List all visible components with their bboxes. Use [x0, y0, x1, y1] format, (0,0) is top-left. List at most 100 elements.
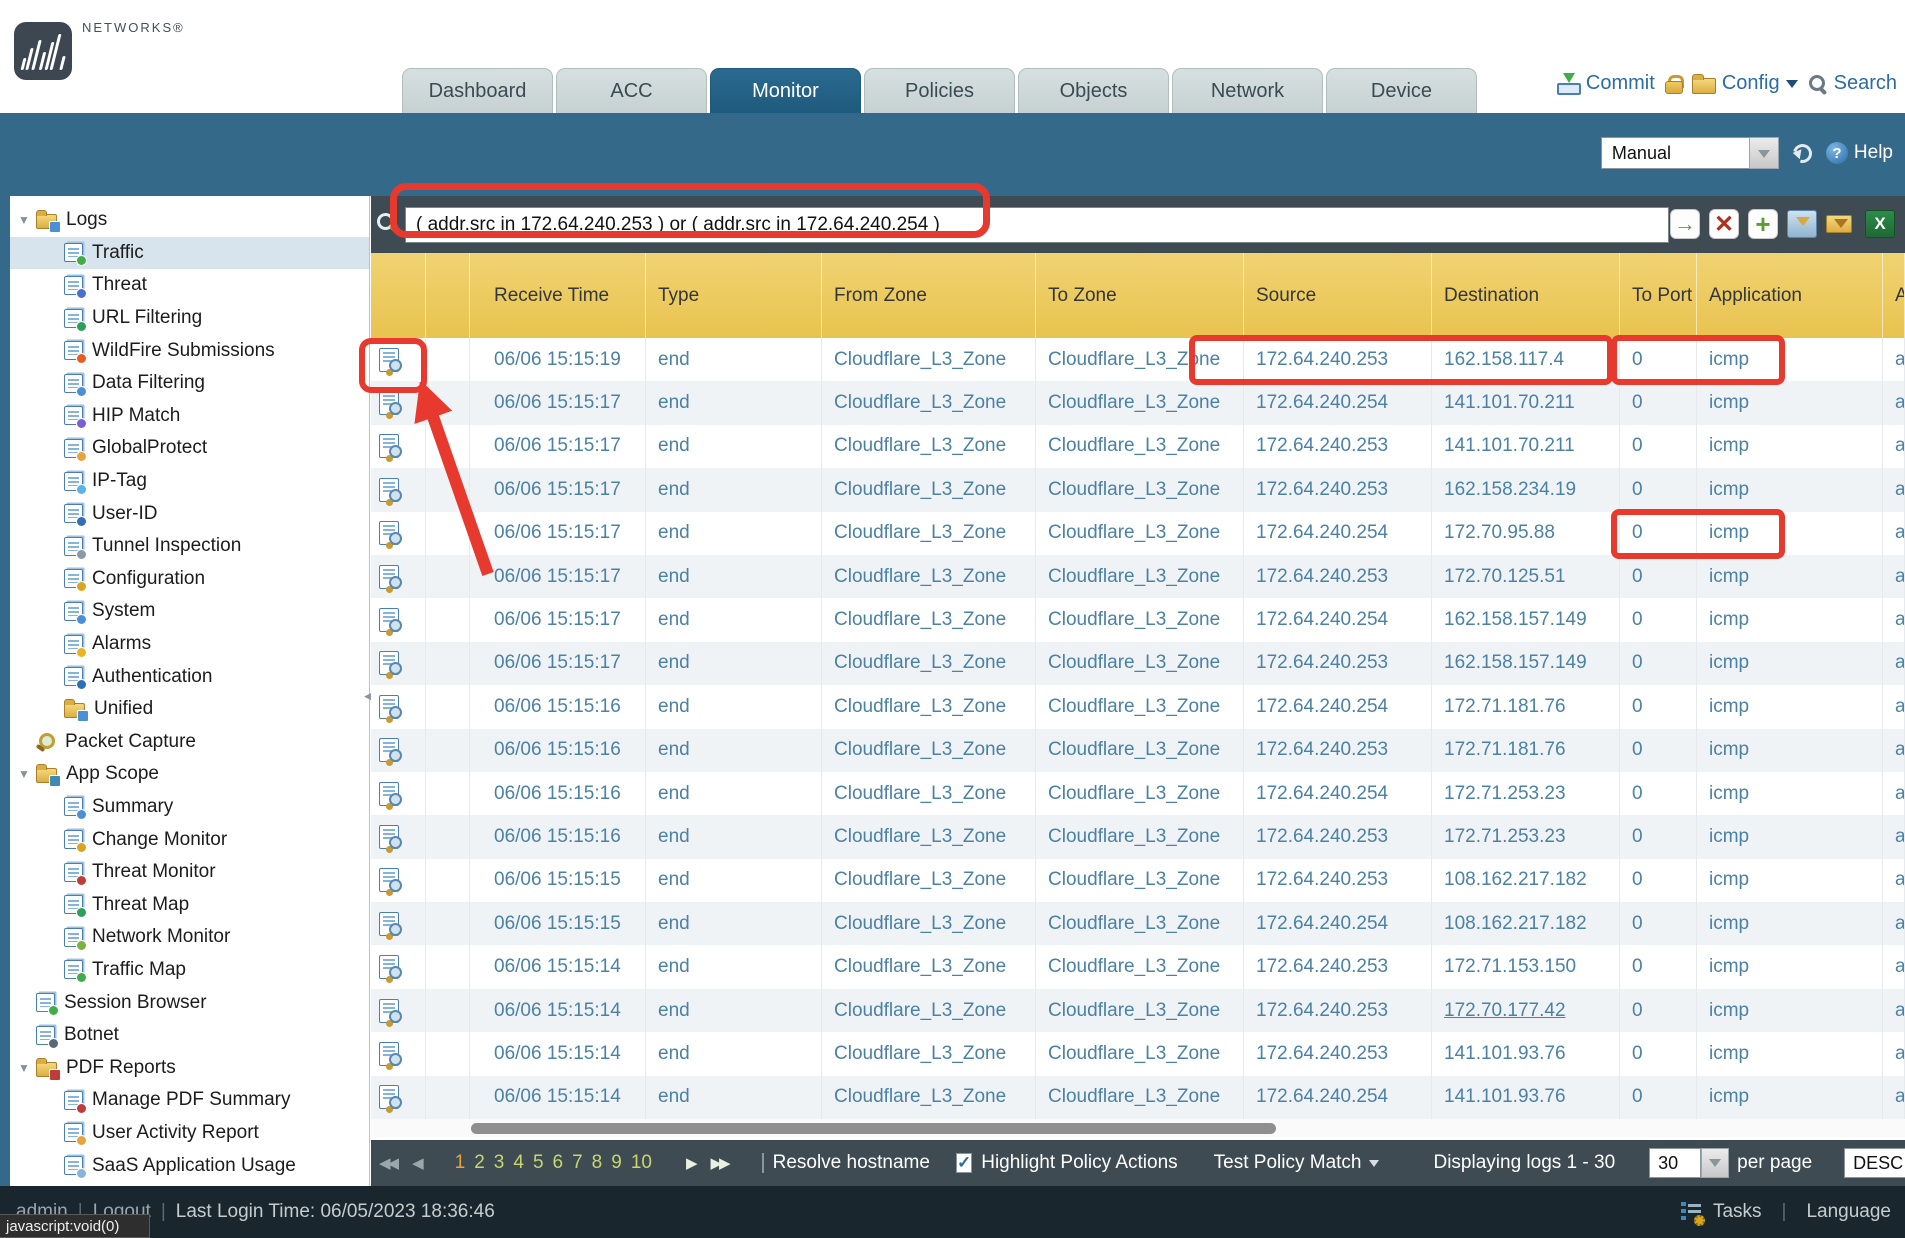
application-cell[interactable]: icmp: [1697, 815, 1883, 858]
column-header-receive-time[interactable]: Receive Time: [470, 253, 646, 338]
to-zone-cell[interactable]: Cloudflare_L3_Zone: [1036, 338, 1244, 381]
sidebar-item-threat-map[interactable]: ▼Threat Map: [10, 888, 369, 921]
destination-cell[interactable]: 141.101.70.211: [1432, 381, 1620, 424]
first-page-button[interactable]: ◀◀: [379, 1154, 396, 1172]
log-detail-icon[interactable]: [379, 695, 399, 719]
sidebar-item-user-activity-report[interactable]: ▼User Activity Report: [10, 1117, 369, 1150]
search-button[interactable]: Search: [1808, 72, 1897, 95]
log-detail-icon[interactable]: [379, 912, 399, 936]
log-detail-icon[interactable]: [379, 825, 399, 849]
source-cell[interactable]: 172.64.240.253: [1244, 468, 1432, 511]
application-cell[interactable]: icmp: [1697, 989, 1883, 1032]
tree-expander-icon[interactable]: ▼: [18, 1061, 32, 1075]
application-cell[interactable]: icmp: [1697, 945, 1883, 988]
to-zone-cell[interactable]: Cloudflare_L3_Zone: [1036, 989, 1244, 1032]
log-detail-icon[interactable]: [379, 782, 399, 806]
tree-expander-icon[interactable]: ▼: [18, 767, 32, 781]
from-zone-cell[interactable]: Cloudflare_L3_Zone: [822, 381, 1036, 424]
log-detail-icon[interactable]: [379, 348, 399, 372]
source-cell[interactable]: 172.64.240.254: [1244, 512, 1432, 555]
test-policy-match-button[interactable]: Test Policy Match: [1214, 1152, 1380, 1174]
sidebar-item-manage-pdf-summary[interactable]: ▼Manage PDF Summary: [10, 1084, 369, 1117]
destination-cell[interactable]: 172.70.95.88: [1432, 512, 1620, 555]
sidebar-item-network-monitor[interactable]: ▼Network Monitor: [10, 921, 369, 954]
page-number-1[interactable]: 1: [455, 1152, 466, 1174]
sidebar-item-app-scope[interactable]: ▼App Scope: [10, 758, 369, 791]
sidebar-item-packet-capture[interactable]: ▼Packet Capture: [10, 726, 369, 759]
destination-cell[interactable]: 172.71.181.76: [1432, 729, 1620, 772]
from-zone-cell[interactable]: Cloudflare_L3_Zone: [822, 1032, 1036, 1075]
scrollbar-thumb[interactable]: [471, 1123, 1276, 1134]
sidebar-item-summary[interactable]: ▼Summary: [10, 791, 369, 824]
from-zone-cell[interactable]: Cloudflare_L3_Zone: [822, 902, 1036, 945]
from-zone-cell[interactable]: Cloudflare_L3_Zone: [822, 598, 1036, 641]
destination-cell[interactable]: 108.162.217.182: [1432, 859, 1620, 902]
sidebar-item-threat-monitor[interactable]: ▼Threat Monitor: [10, 856, 369, 889]
log-detail-icon[interactable]: [379, 868, 399, 892]
column-header-from-zone[interactable]: From Zone: [822, 253, 1036, 338]
page-number-2[interactable]: 2: [474, 1152, 485, 1174]
log-detail-icon[interactable]: [379, 565, 399, 589]
from-zone-cell[interactable]: Cloudflare_L3_Zone: [822, 512, 1036, 555]
page-number-6[interactable]: 6: [553, 1152, 564, 1174]
log-detail-icon[interactable]: [379, 434, 399, 458]
column-header-destination[interactable]: Destination: [1432, 253, 1620, 338]
destination-cell[interactable]: 141.101.93.76: [1432, 1076, 1620, 1119]
destination-cell[interactable]: 172.71.253.23: [1432, 772, 1620, 815]
destination-cell[interactable]: 162.158.117.4: [1432, 338, 1620, 381]
to-zone-cell[interactable]: Cloudflare_L3_Zone: [1036, 555, 1244, 598]
from-zone-cell[interactable]: Cloudflare_L3_Zone: [822, 815, 1036, 858]
sidebar-item-traffic[interactable]: ▼Traffic: [10, 237, 369, 270]
log-detail-icon[interactable]: [379, 955, 399, 979]
log-detail-icon[interactable]: [379, 651, 399, 675]
application-cell[interactable]: icmp: [1697, 859, 1883, 902]
sort-order-select[interactable]: DESC: [1844, 1148, 1905, 1178]
tab-acc[interactable]: ACC: [556, 68, 707, 113]
application-cell[interactable]: icmp: [1697, 1076, 1883, 1119]
source-cell[interactable]: 172.64.240.253: [1244, 989, 1432, 1032]
destination-cell[interactable]: 162.158.157.149: [1432, 598, 1620, 641]
tab-monitor[interactable]: Monitor: [710, 68, 861, 113]
to-zone-cell[interactable]: Cloudflare_L3_Zone: [1036, 945, 1244, 988]
source-cell[interactable]: 172.64.240.253: [1244, 425, 1432, 468]
destination-cell[interactable]: 141.101.93.76: [1432, 1032, 1620, 1075]
from-zone-cell[interactable]: Cloudflare_L3_Zone: [822, 729, 1036, 772]
sidebar-item-system[interactable]: ▼System: [10, 595, 369, 628]
log-detail-icon[interactable]: [379, 391, 399, 415]
refresh-icon[interactable]: [1789, 140, 1815, 166]
sidebar-item-unified[interactable]: ▼Unified: [10, 693, 369, 726]
log-detail-icon[interactable]: [379, 608, 399, 632]
sidebar-item-data-filtering[interactable]: ▼Data Filtering: [10, 367, 369, 400]
tab-network[interactable]: Network: [1172, 68, 1323, 113]
commit-button[interactable]: Commit: [1556, 72, 1655, 95]
per-page-select[interactable]: 30: [1649, 1148, 1729, 1178]
application-cell[interactable]: icmp: [1697, 381, 1883, 424]
sidebar-item-session-browser[interactable]: ▼Session Browser: [10, 986, 369, 1019]
destination-cell[interactable]: 172.70.125.51: [1432, 555, 1620, 598]
sidebar-item-authentication[interactable]: ▼Authentication: [10, 660, 369, 693]
source-cell[interactable]: 172.64.240.254: [1244, 902, 1432, 945]
tab-objects[interactable]: Objects: [1018, 68, 1169, 113]
sidebar-item-threat[interactable]: ▼Threat: [10, 269, 369, 302]
source-cell[interactable]: 172.64.240.253: [1244, 945, 1432, 988]
from-zone-cell[interactable]: Cloudflare_L3_Zone: [822, 685, 1036, 728]
log-detail-icon[interactable]: [379, 1085, 399, 1109]
page-number-5[interactable]: 5: [533, 1152, 544, 1174]
sidebar-item-saas-application-usage[interactable]: ▼SaaS Application Usage: [10, 1149, 369, 1182]
log-detail-icon[interactable]: [379, 478, 399, 502]
source-cell[interactable]: 172.64.240.253: [1244, 729, 1432, 772]
column-header-ac[interactable]: Ac: [1883, 253, 1905, 338]
sidebar-item-hip-match[interactable]: ▼HIP Match: [10, 400, 369, 433]
from-zone-cell[interactable]: Cloudflare_L3_Zone: [822, 555, 1036, 598]
source-cell[interactable]: 172.64.240.254: [1244, 381, 1432, 424]
log-detail-icon[interactable]: [379, 999, 399, 1023]
help-button[interactable]: ? Help: [1826, 142, 1893, 164]
to-zone-cell[interactable]: Cloudflare_L3_Zone: [1036, 425, 1244, 468]
destination-cell[interactable]: 141.101.70.211: [1432, 425, 1620, 468]
log-detail-icon[interactable]: [379, 738, 399, 762]
sidebar-item-change-monitor[interactable]: ▼Change Monitor: [10, 823, 369, 856]
last-page-button[interactable]: ▶▶: [711, 1154, 728, 1172]
application-cell[interactable]: icmp: [1697, 555, 1883, 598]
column-header-to-port[interactable]: To Port: [1620, 253, 1697, 338]
to-zone-cell[interactable]: Cloudflare_L3_Zone: [1036, 642, 1244, 685]
